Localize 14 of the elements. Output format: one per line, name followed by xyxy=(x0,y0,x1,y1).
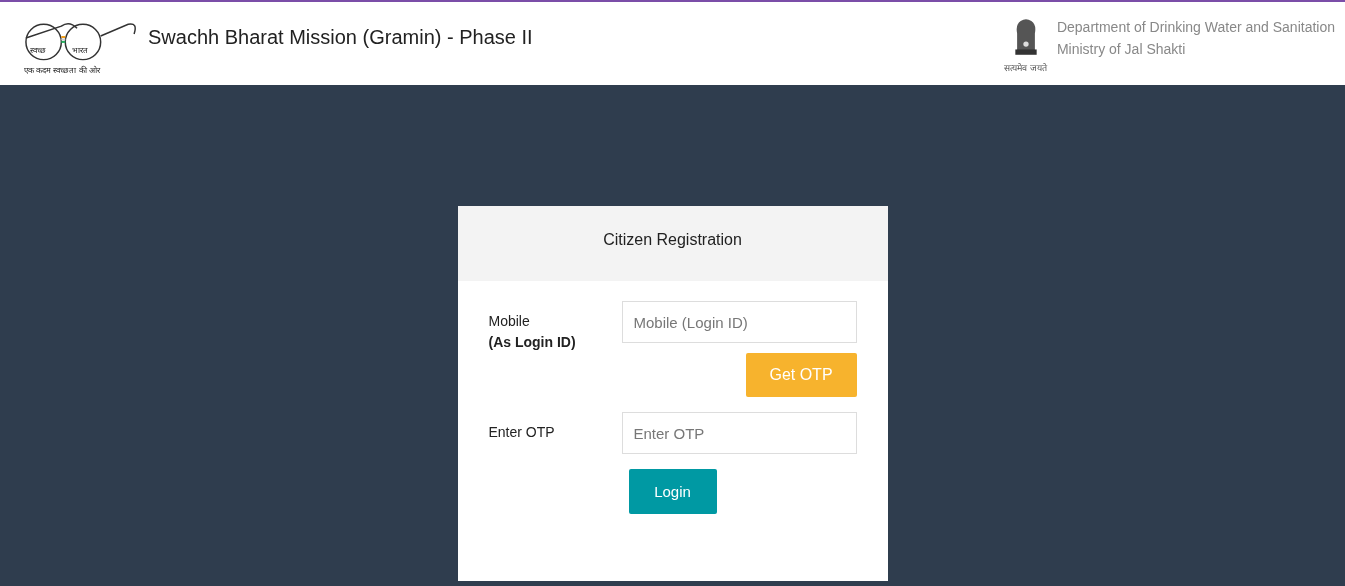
logo-word: भारत xyxy=(72,44,88,55)
get-otp-button[interactable]: Get OTP xyxy=(745,353,857,397)
department-name: Department of Drinking Water and Sanitation xyxy=(1056,18,1335,35)
logo-word: स्वच्छ xyxy=(30,44,46,55)
field-label: Mobile (As Login ID) xyxy=(488,312,577,352)
logo-tagline: एक कदम स्वच्छता की ओर xyxy=(24,64,100,75)
input-field[interactable]: Mobile (Login ID) xyxy=(621,301,857,343)
site-title: Swachh Bharat Mission (Gramin) - Phase II xyxy=(148,26,533,49)
field-label: Enter OTP xyxy=(488,423,556,442)
input-field[interactable]: Enter OTP xyxy=(621,412,857,454)
emblem-motto: सत्यमेव जयते xyxy=(1004,62,1047,74)
card-title: Citizen Registration xyxy=(603,230,742,249)
login-button[interactable]: Login xyxy=(628,469,717,514)
ministry-name: Ministry of Jal Shakti xyxy=(1056,40,1187,57)
